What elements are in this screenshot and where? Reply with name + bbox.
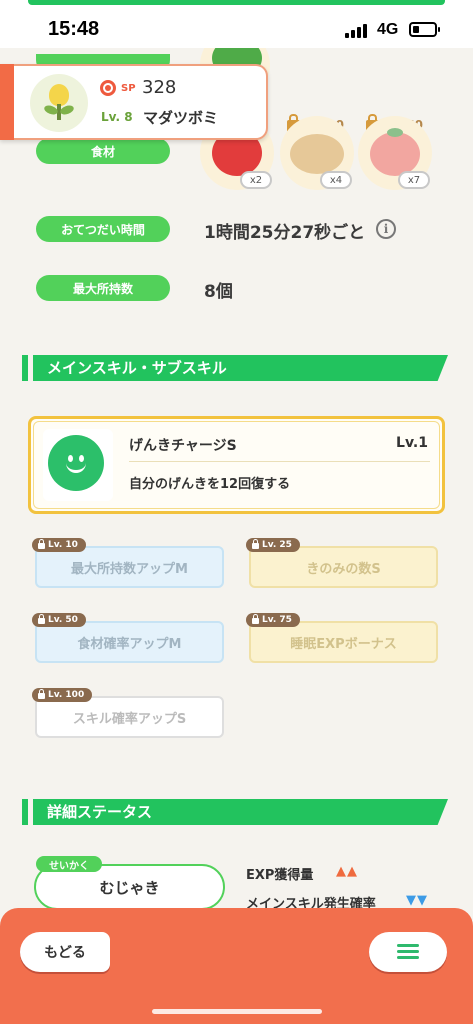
sp-value: 328	[142, 77, 177, 98]
signal-icon	[345, 24, 371, 38]
lock-icon	[38, 689, 45, 699]
pokemon-card[interactable]: SP 328 Lv. 8 マダツボミ	[0, 64, 268, 140]
skills-section-header: メインスキル・サブスキル	[22, 355, 448, 381]
main-skill-name: げんきチャージS	[129, 438, 237, 454]
lock-icon	[252, 614, 259, 624]
sub-skill-1[interactable]: 最大所持数アップM	[35, 546, 224, 588]
status-time: 15:48	[48, 18, 100, 40]
home-indicator	[152, 1009, 322, 1014]
help-time-label: おてつだい時間	[36, 216, 170, 242]
max-carry-value: 8個	[204, 282, 233, 302]
ingredient-qty-2: x4	[320, 171, 352, 189]
main-skill-card[interactable]: げんきチャージS Lv.1 自分のげんきを12回復する	[28, 416, 445, 514]
main-skill-icon-frame	[43, 429, 113, 501]
status-bar: 15:48 4G	[0, 0, 473, 48]
sub-skill-unlock-3: Lv. 50	[32, 613, 86, 627]
lock-icon	[252, 539, 259, 549]
sub-skill-unlock-2: Lv. 25	[246, 538, 300, 552]
divider	[129, 461, 430, 462]
main-skill-description: 自分のげんきを12回復する	[129, 477, 291, 492]
nature-effect-label-1: EXP獲得量	[246, 868, 314, 883]
pokemon-name: マダツボミ	[143, 109, 219, 127]
sub-skill-4[interactable]: 睡眠EXPボーナス	[249, 621, 438, 663]
ingredients-label: 食材	[36, 138, 170, 164]
battery-icon	[409, 22, 440, 37]
smile-face-icon	[48, 435, 104, 491]
network-type: 4G	[377, 21, 399, 38]
stat-down-icon: ▼▼	[406, 893, 428, 908]
sub-skill-5[interactable]: スキル確率アップS	[35, 696, 224, 738]
sub-skill-3[interactable]: 食材確率アップM	[35, 621, 224, 663]
info-icon[interactable]: i	[376, 219, 396, 239]
pokeball-icon	[100, 80, 116, 96]
ingredient-qty-1: x2	[240, 171, 272, 189]
tomato-icon	[370, 128, 420, 176]
top-accent-line	[28, 0, 445, 5]
sub-skill-unlock-1: Lv. 10	[32, 538, 86, 552]
skills-section-title: メインスキル・サブスキル	[33, 355, 448, 381]
sub-skill-2[interactable]: きのみの数S	[249, 546, 438, 588]
bottom-nav-bar: もどる	[0, 908, 473, 1024]
nature-tag: せいかく	[36, 856, 102, 872]
details-section-header: 詳細ステータス	[22, 799, 448, 825]
menu-button[interactable]	[369, 932, 447, 972]
help-time-value: 1時間25分27秒ごと	[204, 223, 366, 243]
potato-icon	[290, 134, 344, 174]
card-accent-strip	[0, 64, 14, 140]
hamburger-icon	[397, 944, 419, 947]
details-section-title: 詳細ステータス	[33, 799, 448, 825]
lock-icon	[38, 539, 45, 549]
max-carry-label: 最大所持数	[36, 275, 170, 301]
pokemon-level: Lv. 8	[101, 110, 133, 124]
sp-label: SP	[121, 83, 136, 94]
pokemon-avatar	[30, 74, 88, 132]
lock-icon	[38, 614, 45, 624]
sub-skill-unlock-4: Lv. 75	[246, 613, 300, 627]
main-skill-level: Lv.1	[396, 435, 428, 451]
stat-up-icon: ▲▲	[336, 864, 358, 879]
ingredient-qty-3: x7	[398, 171, 430, 189]
back-button[interactable]: もどる	[20, 932, 110, 972]
sub-skill-unlock-5: Lv. 100	[32, 688, 93, 702]
